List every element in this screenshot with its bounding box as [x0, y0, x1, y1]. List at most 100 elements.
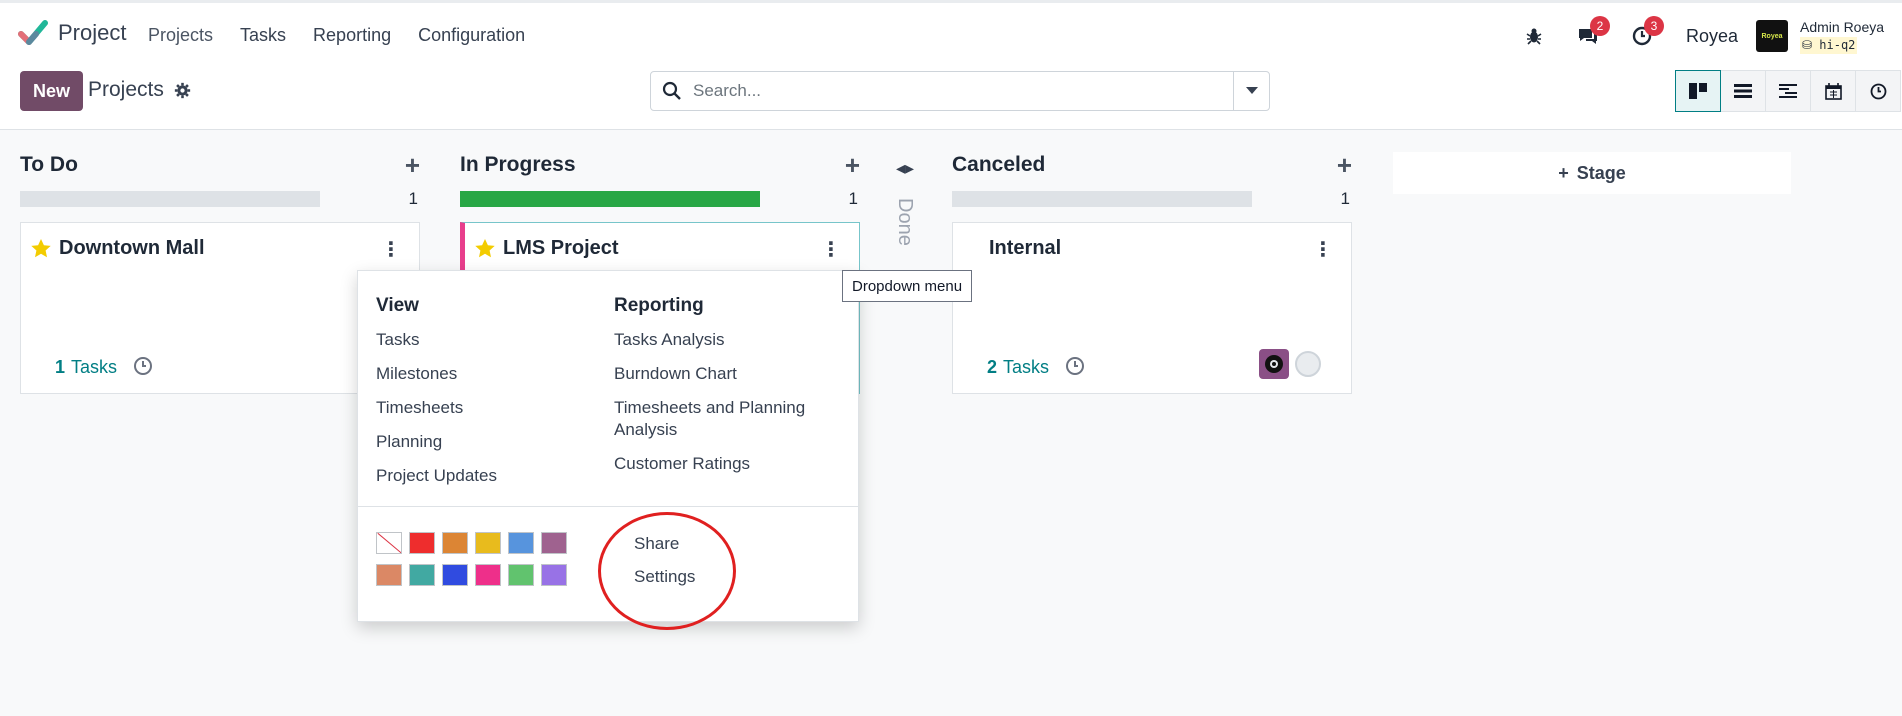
- calendar-icon: [1824, 82, 1842, 100]
- menu-item-planning[interactable]: Planning: [376, 431, 606, 453]
- activity-clock-icon[interactable]: [133, 356, 153, 376]
- control-panel: New Projects: [0, 66, 1902, 130]
- column-progress-bar[interactable]: [952, 191, 1252, 207]
- color-swatch[interactable]: [409, 564, 435, 586]
- color-swatch[interactable]: [541, 532, 567, 554]
- reporting-section-title: Reporting: [614, 295, 704, 316]
- card-dropdown-icon[interactable]: ⋮: [381, 237, 401, 262]
- card-dropdown-icon[interactable]: ⋮: [1313, 237, 1333, 262]
- view-switcher: [1675, 70, 1901, 112]
- new-button[interactable]: New: [20, 71, 83, 111]
- messages-icon[interactable]: 2: [1570, 16, 1610, 54]
- app-name: Project: [58, 20, 127, 45]
- menu-item-settings[interactable]: Settings: [634, 566, 695, 588]
- column-progress-bar[interactable]: [460, 191, 760, 207]
- dropdown-actions: Share Settings: [634, 533, 695, 599]
- debug-icon[interactable]: [1516, 18, 1552, 54]
- tasks-link[interactable]: 1 Tasks: [55, 357, 117, 378]
- column-title: In Progress: [460, 153, 576, 176]
- list-view-button[interactable]: [1720, 70, 1766, 112]
- column-count: 1: [848, 189, 858, 208]
- color-swatch[interactable]: [541, 564, 567, 586]
- color-swatch[interactable]: [475, 532, 501, 554]
- card-dropdown-icon[interactable]: ⋮: [821, 237, 841, 262]
- card-dropdown-menu: View Tasks Milestones Timesheets Plannin…: [357, 270, 859, 622]
- user-avatar[interactable]: Royea: [1756, 20, 1788, 52]
- main-menu: Projects Tasks Reporting Configuration: [148, 25, 525, 46]
- menu-projects[interactable]: Projects: [148, 25, 213, 46]
- gantt-icon: [1779, 84, 1797, 98]
- top-navbar: Project Projects Tasks Reporting Configu…: [0, 0, 1902, 66]
- search-icon: [651, 81, 693, 101]
- user-name: Admin Roeya: [1800, 18, 1885, 35]
- project-card-internal[interactable]: Internal ⋮ 2 Tasks: [952, 222, 1352, 394]
- quick-create-icon[interactable]: +: [405, 152, 420, 178]
- menu-tasks[interactable]: Tasks: [240, 25, 286, 46]
- menu-item-tasks-analysis[interactable]: Tasks Analysis: [614, 329, 844, 351]
- activities-icon[interactable]: 3: [1624, 16, 1664, 54]
- view-section-title: View: [376, 295, 419, 316]
- quick-create-icon[interactable]: +: [845, 152, 860, 178]
- color-swatch[interactable]: [409, 532, 435, 554]
- menu-item-customer-ratings[interactable]: Customer Ratings: [614, 453, 844, 475]
- color-swatch[interactable]: [376, 564, 402, 586]
- add-stage-label: Stage: [1576, 162, 1626, 183]
- card-title: Internal: [989, 237, 1062, 259]
- color-swatch[interactable]: [508, 532, 534, 554]
- column-title: Canceled: [952, 153, 1046, 176]
- menu-item-project-updates[interactable]: Project Updates: [376, 465, 606, 487]
- user-menu[interactable]: Admin Roeya ⛁ hi-q2: [1800, 19, 1902, 54]
- search-bar: [650, 71, 1270, 111]
- project-app-icon: [18, 20, 48, 45]
- quick-create-icon[interactable]: +: [1337, 152, 1352, 178]
- column-progress-bar[interactable]: [20, 191, 320, 207]
- menu-item-timesheets[interactable]: Timesheets: [376, 397, 606, 419]
- favorite-star-icon[interactable]: [31, 239, 51, 258]
- search-options-toggle[interactable]: [1233, 72, 1269, 110]
- menu-item-milestones[interactable]: Milestones: [376, 363, 606, 385]
- menu-item-timesheets-planning-analysis[interactable]: Timesheets and Planning Analysis: [614, 397, 844, 441]
- color-swatch[interactable]: [508, 564, 534, 586]
- caret-down-icon: [1245, 87, 1258, 94]
- tooltip: Dropdown menu: [842, 270, 973, 302]
- user-avatar[interactable]: [1259, 349, 1289, 379]
- column-title: To Do: [20, 153, 78, 176]
- folded-column-label: Done: [894, 198, 916, 246]
- menu-reporting[interactable]: Reporting: [313, 25, 391, 46]
- activity-view-button[interactable]: [1855, 70, 1901, 112]
- color-swatch[interactable]: [376, 532, 402, 554]
- calendar-view-button[interactable]: [1810, 70, 1856, 112]
- plus-icon: +: [1558, 162, 1569, 183]
- column-count: 1: [1340, 189, 1350, 208]
- folded-column-done[interactable]: ◂▸ Done: [890, 158, 920, 278]
- clock-icon: [1870, 83, 1886, 99]
- card-title: LMS Project: [503, 237, 619, 259]
- database-name: ⛁ hi-q2: [1800, 36, 1858, 54]
- gantt-view-button[interactable]: [1765, 70, 1811, 112]
- favorite-star-icon[interactable]: [475, 239, 495, 258]
- menu-item-share[interactable]: Share: [634, 533, 695, 555]
- tasks-link[interactable]: 2 Tasks: [987, 357, 1049, 378]
- view-section: View Tasks Milestones Timesheets Plannin…: [376, 295, 606, 499]
- page-title: Projects: [88, 78, 164, 101]
- app-brand[interactable]: Project: [18, 19, 126, 47]
- card-avatars: [1259, 349, 1321, 379]
- empty-avatar[interactable]: [1295, 351, 1321, 377]
- activity-clock-icon[interactable]: [1065, 356, 1085, 376]
- gear-icon[interactable]: [174, 82, 191, 99]
- unfold-arrows-icon[interactable]: ◂▸: [890, 158, 920, 179]
- menu-configuration[interactable]: Configuration: [418, 25, 525, 46]
- menu-item-burndown-chart[interactable]: Burndown Chart: [614, 363, 844, 385]
- kanban-view-button[interactable]: [1675, 70, 1721, 112]
- search-input[interactable]: [693, 81, 1233, 101]
- color-swatch[interactable]: [442, 532, 468, 554]
- menu-item-tasks[interactable]: Tasks: [376, 329, 606, 351]
- messages-badge: 2: [1589, 16, 1610, 36]
- add-stage-button[interactable]: + Stage: [1393, 152, 1791, 194]
- company-switcher[interactable]: Royea: [1686, 26, 1738, 47]
- systray: 2 3 Royea Royea Admin Roeya ⛁ hi-q2: [1498, 16, 1902, 55]
- color-swatch[interactable]: [475, 564, 501, 586]
- column-count: 1: [408, 189, 418, 208]
- list-icon: [1734, 84, 1752, 98]
- color-swatch[interactable]: [442, 564, 468, 586]
